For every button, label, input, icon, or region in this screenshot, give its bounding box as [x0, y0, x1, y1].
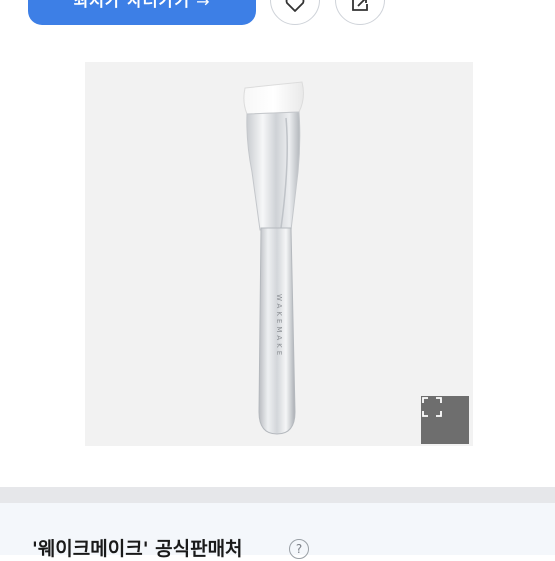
arrow-right-icon: → [196, 0, 211, 11]
section-divider [0, 487, 555, 503]
heart-icon [283, 0, 307, 17]
help-icon[interactable]: ? [289, 539, 309, 559]
seller-section: '웨이크메이크' 공식판매처 ? [0, 503, 555, 560]
product-image[interactable]: WAKEMAKE [85, 62, 473, 446]
cta-label: 최저가 사러가기 [73, 0, 191, 10]
share-icon [348, 0, 372, 17]
buy-lowest-price-button[interactable]: 최저가 사러가기 → [28, 0, 256, 25]
official-seller-title: '웨이크메이크' 공식판매처 [32, 538, 243, 560]
share-button[interactable] [335, 0, 385, 25]
zoom-button[interactable] [421, 396, 469, 444]
wishlist-button[interactable] [270, 0, 320, 25]
brush-brand-print: WAKEMAKE [275, 294, 283, 358]
makeup-brush-image: WAKEMAKE [243, 81, 304, 435]
